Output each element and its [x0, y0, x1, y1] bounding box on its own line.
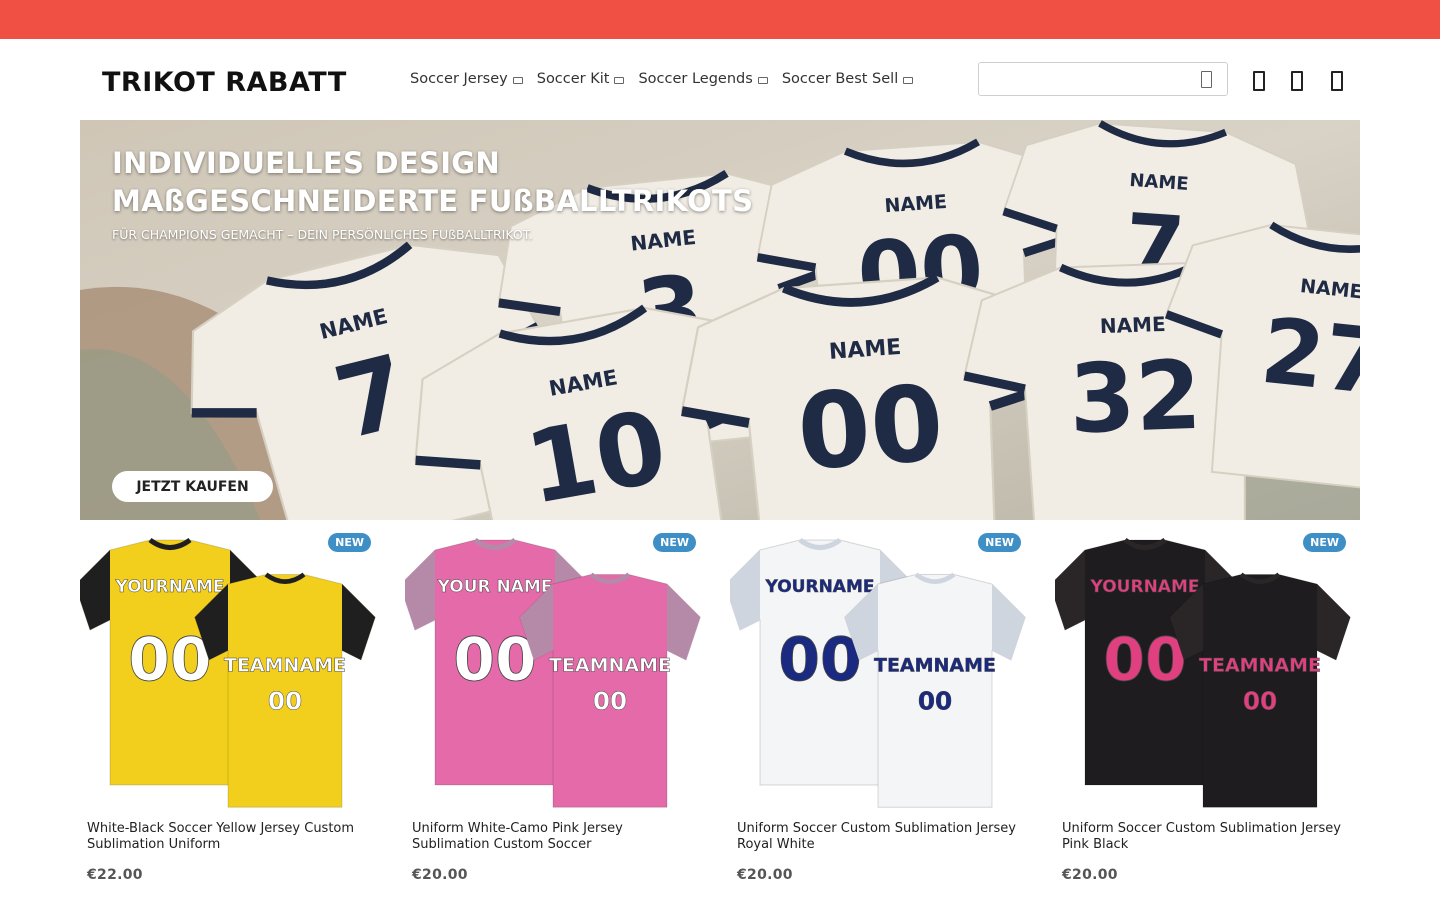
shirt-sleeve: [992, 584, 1026, 660]
hero-subtitle: FÜR CHAMPIONS GEMACHT – DEIN PERSÖNLICHE…: [112, 227, 533, 242]
product-price: €20.00: [412, 867, 468, 883]
site-logo[interactable]: TRIKOT RABATT: [102, 67, 347, 98]
shirt-back-number: 00: [593, 686, 627, 715]
nav-soccer-kit[interactable]: Soccer Kit: [537, 71, 625, 87]
hero-jersey-number: 00: [794, 362, 948, 494]
shirt-front-name: YOURNAME: [1090, 577, 1200, 597]
shirt-front-number: 00: [778, 625, 862, 695]
product-image[interactable]: YOURNAME 00 TEAMNAME 00: [1055, 530, 1355, 813]
product-title[interactable]: Uniform Soccer Custom Sublimation Jersey…: [737, 821, 1023, 853]
nav-label: Soccer Best Sell: [781, 71, 899, 87]
search-icon[interactable]: [1201, 71, 1212, 88]
site-header: TRIKOT RABATT Soccer Jersey Soccer Kit S…: [0, 39, 1440, 120]
shirt-back-name: TEAMNAME: [874, 654, 996, 676]
shirt-sleeve: [405, 550, 435, 630]
product-card[interactable]: YOURNAME 00 TEAMNAME 00 NEW White-Black Soc…: [80, 530, 380, 890]
shirt-sleeve: [1055, 550, 1085, 630]
product-card[interactable]: YOURNAME 00 TEAMNAME 00 NEW Uniform Soccer …: [730, 530, 1030, 890]
hero-jersey-number: 27: [1256, 299, 1360, 417]
chevron-down-icon: [614, 76, 625, 84]
shirt-back-number: 00: [918, 686, 952, 715]
nav-soccer-best-sell[interactable]: Soccer Best Sell: [781, 71, 914, 87]
new-badge: NEW: [328, 533, 371, 552]
account-icon[interactable]: [1253, 71, 1265, 91]
product-price: €20.00: [737, 867, 793, 883]
shirt-front-name: YOUR NAME: [437, 577, 553, 597]
shop-now-button[interactable]: JETZT KAUFEN: [112, 471, 273, 502]
product-price: €22.00: [87, 867, 143, 883]
hero-title-line1: INDIVIDUELLES DESIGN: [112, 146, 500, 180]
shirt-sleeve: [80, 550, 110, 630]
cart-icon[interactable]: [1331, 71, 1343, 91]
new-badge: NEW: [978, 533, 1021, 552]
nav-label: Soccer Jersey: [410, 71, 508, 87]
new-badge: NEW: [1303, 533, 1346, 552]
shirt-back-name: TEAMNAME: [224, 654, 346, 676]
hero-jersey-name: NAME: [1129, 170, 1190, 195]
wishlist-icon[interactable]: [1291, 71, 1303, 91]
product-image[interactable]: YOUR NAME 00 TEAMNAME 00: [405, 530, 705, 813]
new-badge: NEW: [653, 533, 696, 552]
hero-jersey-name: NAME: [828, 335, 902, 365]
shirt-back-name: TEAMNAME: [549, 654, 671, 676]
search-box: [978, 62, 1228, 96]
shirt-back-name: TEAMNAME: [1199, 654, 1321, 676]
shirt-front-number: 00: [128, 625, 212, 695]
chevron-down-icon: [512, 76, 523, 84]
hero-banner[interactable]: NAME7NAME3NAME00NAME7NAME10NAME00NAME32N…: [80, 120, 1360, 520]
hero-jersey-name: NAME: [884, 191, 948, 217]
hero-title-line2: MAßGESCHNEIDERTE FUßBALLTRIKOTS: [112, 184, 754, 218]
shirt-sleeve: [1317, 584, 1351, 660]
shirt-back-number: 00: [268, 686, 302, 715]
chevron-down-icon: [757, 76, 768, 84]
product-image[interactable]: YOURNAME 00 TEAMNAME 00: [80, 530, 380, 813]
hero-jersey-name: NAME: [1099, 312, 1166, 338]
shirt-front-number: 00: [453, 625, 537, 695]
main-nav: Soccer Jersey Soccer Kit Soccer Legends …: [410, 71, 927, 87]
product-image[interactable]: YOURNAME 00 TEAMNAME 00: [730, 530, 1030, 813]
shirt-front-name: YOURNAME: [765, 577, 875, 597]
shirt-back-number: 00: [1243, 686, 1277, 715]
search-input[interactable]: [989, 64, 1189, 94]
product-card[interactable]: YOURNAME 00 TEAMNAME 00 NEW Uniform Soccer …: [1055, 530, 1355, 890]
product-title[interactable]: White-Black Soccer Yellow Jersey Custom …: [87, 821, 373, 853]
shirt-front-name: YOURNAME: [115, 577, 225, 597]
nav-soccer-legends[interactable]: Soccer Legends: [638, 71, 768, 87]
product-title[interactable]: Uniform White-Camo Pink Jersey Sublimati…: [412, 821, 698, 853]
shirt-sleeve: [342, 584, 376, 660]
nav-soccer-jersey[interactable]: Soccer Jersey: [410, 71, 523, 87]
shirt-sleeve: [667, 584, 701, 660]
product-title[interactable]: Uniform Soccer Custom Sublimation Jersey…: [1062, 821, 1348, 853]
nav-label: Soccer Legends: [638, 71, 753, 87]
hero-title: INDIVIDUELLES DESIGN MAßGESCHNEIDERTE FU…: [112, 144, 753, 220]
hero-jersey-number: 10: [518, 388, 675, 520]
product-price: €20.00: [1062, 867, 1118, 883]
chevron-down-icon: [903, 76, 914, 84]
announcement-bar: [0, 0, 1440, 39]
nav-label: Soccer Kit: [536, 71, 610, 87]
hero-jersey-number: 32: [1067, 341, 1203, 456]
product-grid: YOURNAME 00 TEAMNAME 00 NEW White-Black Soc…: [80, 530, 1380, 900]
shirt-front-number: 00: [1103, 625, 1187, 695]
product-card[interactable]: YOUR NAME 00 TEAMNAME 00 NEW Uniform White-…: [405, 530, 705, 890]
shirt-sleeve: [730, 550, 760, 630]
